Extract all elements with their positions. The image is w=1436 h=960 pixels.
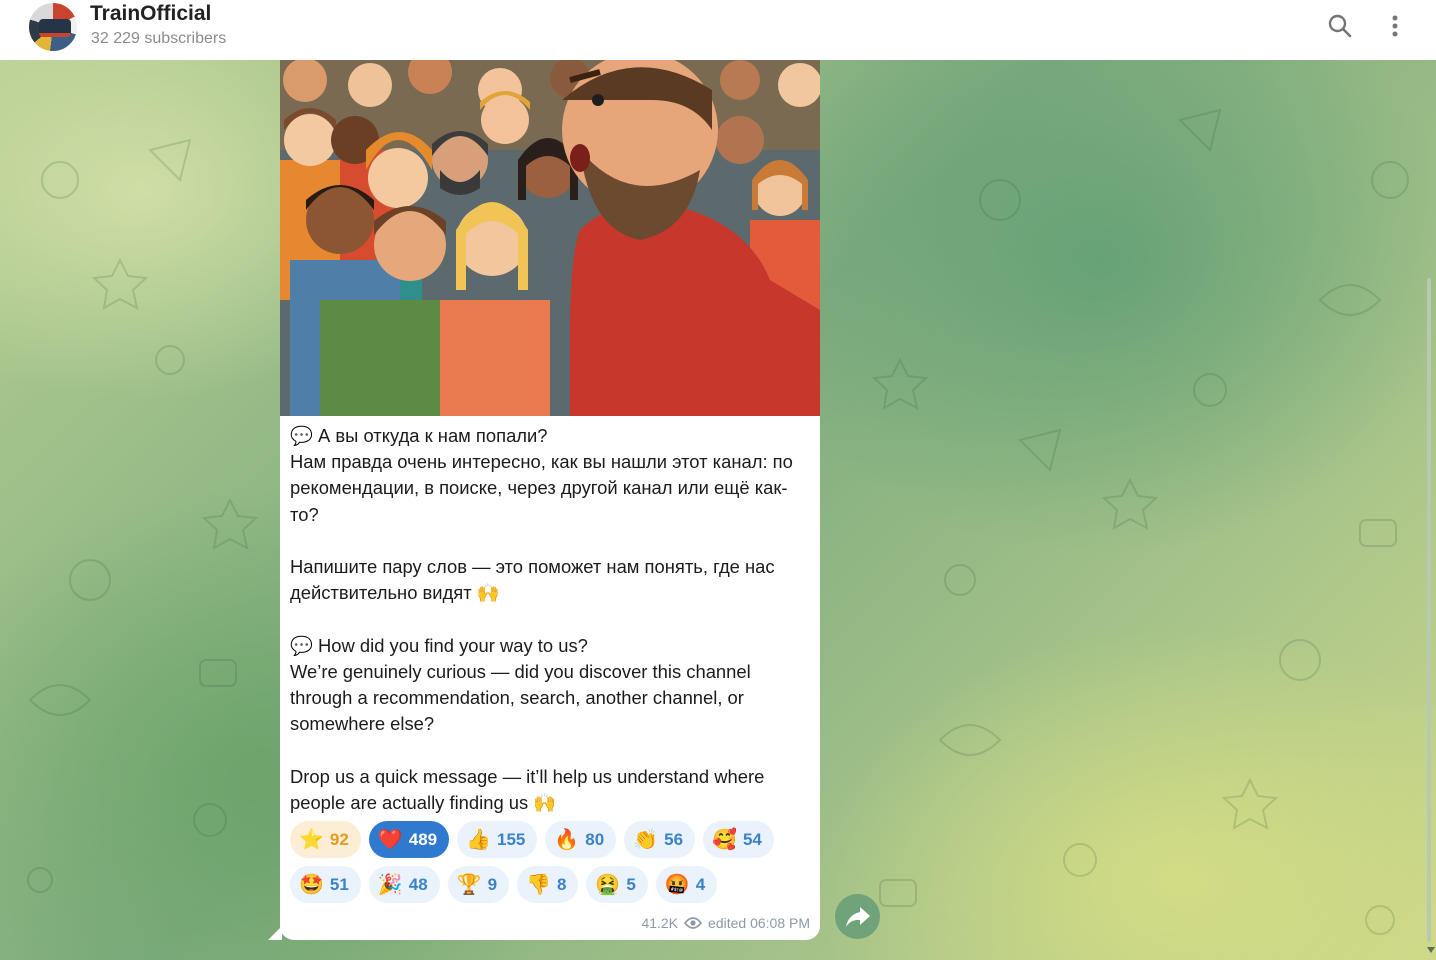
reaction-count: 54 (742, 829, 762, 849)
reaction-count: 56 (664, 829, 684, 849)
reaction-clap[interactable]: 👏 56 (624, 821, 696, 858)
vomiting-face-icon: 🤮 (595, 873, 621, 896)
thumbs-up-icon: 👍 (466, 828, 492, 851)
reaction-stars[interactable]: ⭐ 92 (290, 821, 361, 858)
smiling-face-hearts-icon: 🥰 (712, 828, 737, 851)
star-icon: ⭐ (299, 828, 324, 851)
forward-button[interactable] (835, 894, 880, 939)
subscriber-count: 32 229 subscribers (91, 30, 227, 47)
reactions-row-1: ⭐ 92 ❤️ 489 👍 155 🔥 80 👏 56 🥰 54 (290, 821, 810, 858)
reaction-count: 5 (626, 874, 636, 894)
more-vertical-icon (1392, 15, 1398, 37)
chat-header: TrainOfficial 32 229 subscribers (0, 0, 1436, 60)
view-count: 41.2K (641, 915, 679, 931)
reaction-count: 48 (408, 874, 428, 894)
channel-avatar[interactable] (27, 1, 79, 53)
reaction-fire[interactable]: 🔥 80 (545, 821, 617, 858)
search-icon (1328, 14, 1352, 38)
reaction-angry[interactable]: 🤬 4 (655, 866, 718, 903)
star-struck-icon: 🤩 (299, 873, 324, 896)
forward-arrow-icon (845, 906, 870, 927)
reaction-trophy[interactable]: 🏆 9 (447, 866, 510, 903)
post-photo[interactable] (280, 60, 820, 416)
reaction-count: 80 (585, 829, 605, 849)
thumbs-down-icon: 👎 (526, 873, 551, 896)
scrollbar[interactable] (1427, 278, 1431, 942)
crowd-illustration (280, 60, 820, 416)
scroll-down-arrow-icon[interactable] (1427, 946, 1435, 954)
reaction-thumbs-up[interactable]: 👍 155 (457, 821, 538, 858)
reactions-row-2: 🤩 51 🎉 48 🏆 9 👎 8 🤮 5 🤬 4 (290, 866, 810, 903)
channel-name[interactable]: TrainOfficial (90, 2, 211, 26)
reaction-count: 8 (556, 874, 567, 894)
reaction-thumbs-down[interactable]: 👎 8 (517, 866, 579, 903)
cursing-face-icon: 🤬 (664, 873, 690, 896)
edited-timestamp: edited 06:08 PM (708, 915, 810, 931)
reaction-vomit[interactable]: 🤮 5 (586, 866, 648, 903)
reaction-heart[interactable]: ❤️ 489 (368, 821, 450, 858)
clapping-hands-icon: 👏 (633, 828, 659, 851)
search-button[interactable] (1320, 8, 1360, 44)
reaction-count: 92 (329, 829, 349, 849)
reaction-party[interactable]: 🎉 48 (368, 866, 440, 903)
eye-icon (684, 917, 703, 929)
post-meta: 41.2K edited 06:08 PM (641, 915, 810, 931)
trophy-icon: 🏆 (456, 873, 482, 896)
reactions-bar: ⭐ 92 ❤️ 489 👍 155 🔥 80 👏 56 🥰 54 🤩 51 🎉 … (290, 821, 810, 911)
reaction-count: 489 (408, 829, 438, 849)
channel-post: 💬 А вы откуда к нам попали? Нам правда о… (268, 60, 820, 940)
reaction-count: 4 (695, 874, 706, 894)
reaction-count: 155 (497, 829, 526, 849)
fire-icon: 🔥 (554, 828, 580, 851)
more-options-button[interactable] (1375, 8, 1415, 44)
heart-icon: ❤️ (377, 828, 403, 851)
party-popper-icon: 🎉 (377, 873, 403, 896)
reaction-count: 9 (487, 874, 498, 894)
reaction-love-face[interactable]: 🥰 54 (703, 821, 774, 858)
reaction-count: 51 (329, 874, 349, 894)
post-text: 💬 А вы откуда к нам попали? Нам правда о… (290, 425, 793, 813)
reaction-star-struck[interactable]: 🤩 51 (290, 866, 361, 903)
